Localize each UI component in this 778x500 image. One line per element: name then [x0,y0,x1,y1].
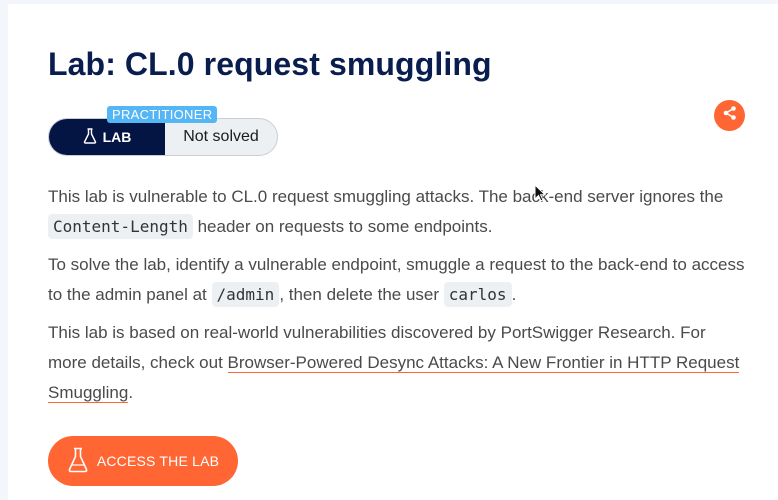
share-button[interactable] [714,100,745,131]
lab-label-pill: LAB [49,119,165,155]
inline-code: carlos [443,282,512,307]
description-paragraph: This lab is vulnerable to CL.0 request s… [48,182,748,242]
desc-text: This lab is vulnerable to CL.0 request s… [48,187,724,206]
access-lab-label: ACCESS THE LAB [96,453,220,469]
level-badge: PRACTITIONER [107,106,218,123]
share-icon [722,105,738,126]
desc-text: header on requests to some endpoints. [192,217,493,236]
flask-icon [83,127,97,147]
lab-status-badge: LAB Not solved [48,118,278,156]
inline-code: Content-Length [48,214,193,239]
desc-text: . [128,383,134,402]
flask-icon [67,447,89,476]
cursor-icon [534,183,547,207]
inline-code: /admin [211,282,280,307]
solved-status: Not solved [183,128,259,145]
desc-text: , then delete the user [279,285,444,304]
desc-text: . [511,285,517,304]
page-title: Lab: CL.0 request smuggling [48,46,492,82]
access-lab-button[interactable]: ACCESS THE LAB [48,436,238,486]
instructions-paragraph: To solve the lab, identify a vulnerable … [48,250,748,310]
research-paragraph: This lab is based on real-world vulnerab… [48,318,748,408]
lab-label: LAB [102,129,132,145]
